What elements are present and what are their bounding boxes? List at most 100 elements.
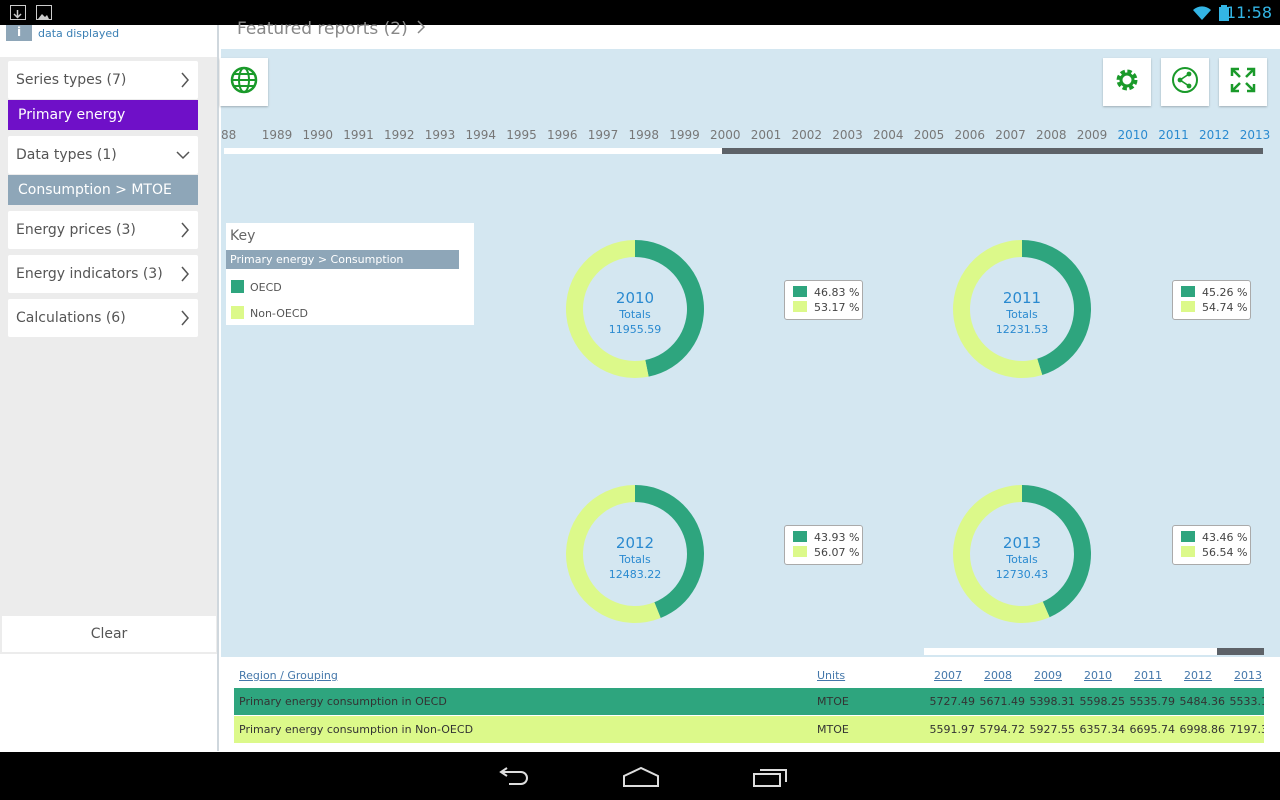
- status-bar: 11:58: [0, 0, 1280, 25]
- legend-swatch: [1181, 546, 1195, 557]
- donut-center: 2013 Totals 12730.43: [952, 484, 1092, 624]
- table-cell: 5484.36: [1179, 695, 1226, 708]
- share-button[interactable]: [1161, 58, 1209, 106]
- percentage-box-2013: 43.46 % 56.54 %: [1172, 525, 1251, 565]
- year-tick[interactable]: 1989: [262, 128, 293, 142]
- percentage-value: 43.93 %: [814, 531, 860, 544]
- year-tick[interactable]: 2011: [1158, 128, 1189, 142]
- year-range-selection[interactable]: [722, 148, 1263, 154]
- energy-prices-item[interactable]: Energy prices (3): [8, 211, 198, 249]
- data-types-label: Data types (1): [16, 147, 117, 163]
- year-timeline[interactable]: 88 1989 1990 1991 1992 1993 1994 1995 1996 1997 19…: [221, 128, 1280, 146]
- table-cell: 5671.49: [979, 695, 1026, 708]
- table-scroll-slider[interactable]: [924, 648, 1264, 655]
- globe-button[interactable]: [220, 58, 268, 106]
- year-tick[interactable]: 2013: [1240, 128, 1271, 142]
- year-column-header[interactable]: 2008: [984, 669, 1012, 682]
- percentage-box-2010: 46.83 % 53.17 %: [784, 280, 863, 320]
- home-icon[interactable]: [622, 766, 660, 792]
- recent-apps-icon[interactable]: [752, 766, 788, 792]
- donut-chart-2010[interactable]: 2010 Totals 11955.59: [565, 239, 705, 379]
- selected-series-primary-energy[interactable]: Primary energy: [8, 100, 198, 130]
- year-tick[interactable]: 2006: [955, 128, 986, 142]
- year-tick[interactable]: 2001: [751, 128, 782, 142]
- donut-chart-2013[interactable]: 2013 Totals 12730.43: [952, 484, 1092, 624]
- energy-indicators-label: Energy indicators (3): [16, 266, 163, 282]
- table-cell: 6357.34: [1079, 723, 1126, 736]
- units-column-header[interactable]: Units: [817, 669, 845, 682]
- percentage-row: 54.74 %: [1181, 301, 1247, 314]
- year-column-header[interactable]: 2012: [1184, 669, 1212, 682]
- year-tick[interactable]: 1995: [506, 128, 537, 142]
- year-tick[interactable]: 1999: [669, 128, 700, 142]
- percentage-row: 46.83 %: [793, 286, 859, 299]
- year-column-header[interactable]: 2010: [1084, 669, 1112, 682]
- year-range-slider[interactable]: [224, 148, 1263, 154]
- donut-total-value: 11955.59: [608, 323, 662, 336]
- percentage-value: 45.26 %: [1202, 286, 1248, 299]
- table-cell: 6998.86: [1179, 723, 1226, 736]
- year-column-header[interactable]: 2011: [1134, 669, 1162, 682]
- featured-reports-bar[interactable]: Featured reports (2): [221, 19, 1280, 49]
- calculations-item[interactable]: Calculations (6): [8, 299, 198, 337]
- legend-swatch: [1181, 531, 1195, 542]
- year-tick[interactable]: 2010: [1118, 128, 1149, 142]
- energy-indicators-item[interactable]: Energy indicators (3): [8, 255, 198, 293]
- year-tick[interactable]: 1993: [425, 128, 456, 142]
- energy-prices-label: Energy prices (3): [16, 222, 136, 238]
- table-scroll-thumb[interactable]: [1217, 648, 1264, 655]
- back-icon[interactable]: [495, 766, 529, 792]
- year-tick[interactable]: 2008: [1036, 128, 1067, 142]
- year-tick[interactable]: 2005: [914, 128, 945, 142]
- percentage-value: 56.54 %: [1202, 546, 1248, 559]
- year-tick[interactable]: 1997: [588, 128, 619, 142]
- series-types-label: Series types (7): [16, 72, 127, 88]
- donut-chart-2011[interactable]: 2011 Totals 12231.53: [952, 239, 1092, 379]
- year-tick[interactable]: 1994: [466, 128, 497, 142]
- year-tick[interactable]: 2004: [873, 128, 904, 142]
- percentage-row: 56.54 %: [1181, 546, 1247, 559]
- year-tick[interactable]: 2012: [1199, 128, 1230, 142]
- fullscreen-button[interactable]: [1219, 58, 1267, 106]
- legend-swatch: [231, 280, 244, 293]
- data-types-item[interactable]: Data types (1): [8, 136, 198, 174]
- table-cell: 5794.72: [979, 723, 1026, 736]
- table-row[interactable]: Primary energy consumption in OECD MTOE 57…: [234, 688, 1264, 715]
- info-icon[interactable]: i: [6, 25, 32, 41]
- row-values: 5727.49 5671.49 5398.31 5598.25 5535.79 5484.…: [924, 688, 1265, 715]
- year-tick[interactable]: 2007: [995, 128, 1026, 142]
- region-column-header[interactable]: Region / Grouping: [239, 669, 338, 682]
- table-row[interactable]: Primary energy consumption in Non-OECD MT…: [234, 716, 1264, 743]
- year-tick[interactable]: 2002: [792, 128, 823, 142]
- year-column-header[interactable]: 2007: [934, 669, 962, 682]
- year-tick[interactable]: 1990: [303, 128, 334, 142]
- year-tick[interactable]: 1996: [547, 128, 578, 142]
- year-tick[interactable]: 2003: [832, 128, 863, 142]
- year-tick[interactable]: 2009: [1077, 128, 1108, 142]
- series-types-item[interactable]: Series types (7): [8, 61, 198, 99]
- year-tick[interactable]: 1991: [343, 128, 374, 142]
- year-column-header[interactable]: 2013: [1234, 669, 1262, 682]
- left-footer: [0, 654, 217, 751]
- selected-data-consumption[interactable]: Consumption > MTOE: [8, 175, 198, 205]
- clear-button[interactable]: Clear: [2, 616, 216, 652]
- data-displayed-label: data displayed: [38, 27, 120, 40]
- row-units: MTOE: [817, 723, 849, 736]
- year-tick[interactable]: 1992: [384, 128, 415, 142]
- settings-button[interactable]: [1103, 58, 1151, 106]
- legend-swatch: [1181, 286, 1195, 297]
- expand-icon: [1230, 67, 1256, 97]
- legend-item-oecd: OECD: [231, 280, 282, 294]
- row-units: MTOE: [817, 695, 849, 708]
- table-cell: 7197.30: [1229, 723, 1265, 736]
- year-column-header[interactable]: 2009: [1034, 669, 1062, 682]
- year-tick[interactable]: 88: [221, 128, 236, 142]
- percentage-value: 54.74 %: [1202, 301, 1248, 314]
- data-table: Region / Grouping Units 2007 2008 2009 2010…: [221, 657, 1280, 751]
- navigation-bar: [0, 752, 1280, 800]
- year-tick[interactable]: 1998: [629, 128, 660, 142]
- donut-chart-2012[interactable]: 2012 Totals 12483.22: [565, 484, 705, 624]
- donut-center: 2010 Totals 11955.59: [565, 239, 705, 379]
- percentage-value: 43.46 %: [1202, 531, 1248, 544]
- year-tick[interactable]: 2000: [710, 128, 741, 142]
